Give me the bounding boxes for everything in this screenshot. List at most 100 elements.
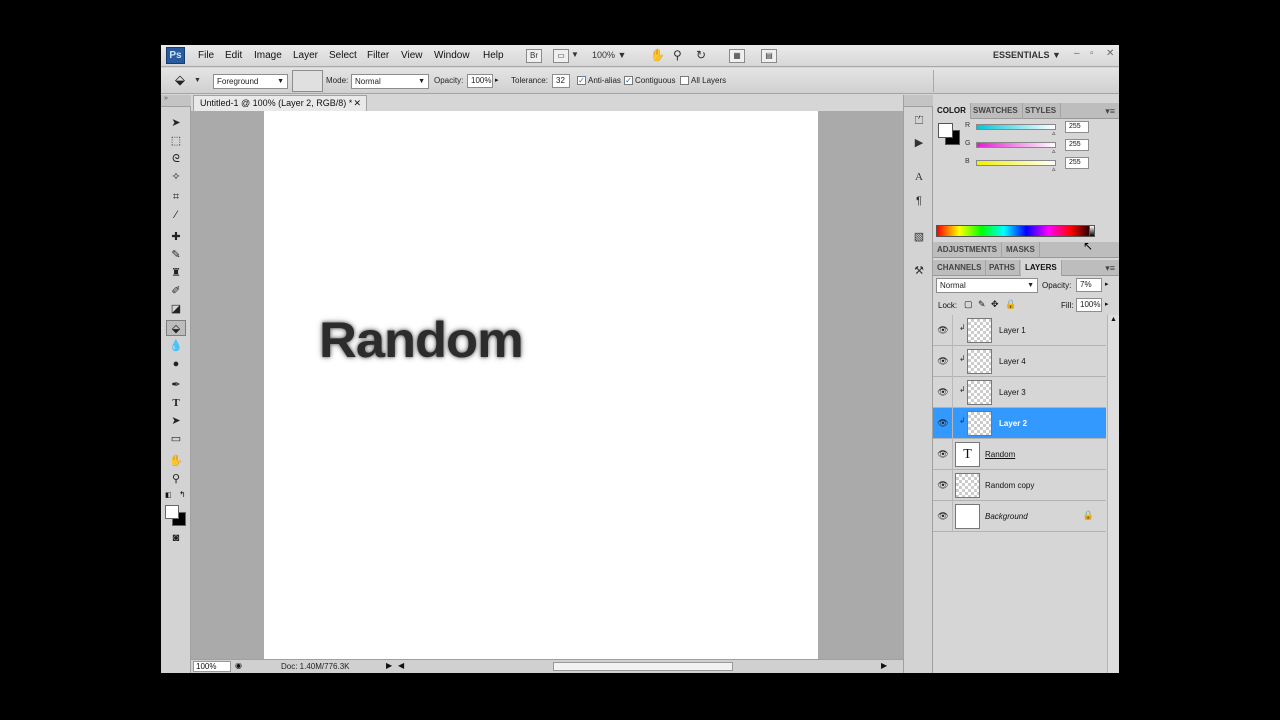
layer-row[interactable]: 👁 Random copy (933, 470, 1106, 501)
layer-thumbnail[interactable] (967, 411, 992, 436)
red-value-input[interactable]: 255 (1065, 121, 1089, 133)
pen-tool-icon[interactable]: ✒ (166, 377, 186, 393)
move-tool-icon[interactable]: ➤ (166, 115, 186, 131)
menu-layer[interactable]: Layer (293, 50, 318, 61)
lock-transparent-icon[interactable]: ▢ (964, 299, 973, 310)
canvas[interactable]: Random (264, 111, 818, 659)
brush-tool-icon[interactable]: ✎ (166, 247, 186, 263)
quick-mask-icon[interactable]: ◙ (166, 530, 186, 546)
layer-opacity-input[interactable]: 7% (1076, 278, 1102, 292)
layers-scrollbar[interactable]: ▲ ▼ (1107, 315, 1119, 673)
layer-thumbnail[interactable] (955, 473, 980, 498)
layer-name[interactable]: Layer 4 (999, 357, 1026, 366)
fill-source-select[interactable]: Foreground ▼ (213, 74, 288, 89)
eraser-tool-icon[interactable]: ◪ (166, 301, 186, 317)
healing-brush-tool-icon[interactable]: ✚ (166, 229, 186, 245)
scroll-right-icon[interactable]: ▶ (881, 661, 887, 670)
eye-visibility-icon[interactable]: 👁 (935, 417, 951, 429)
menu-edit[interactable]: Edit (225, 50, 242, 61)
blue-slider[interactable]: B ▵ 255 (965, 157, 1115, 173)
tools-collapse-strip[interactable]: » (161, 95, 191, 107)
menu-view[interactable]: View (401, 50, 423, 61)
magic-wand-tool-icon[interactable]: ✧ (166, 169, 186, 185)
mode-select[interactable]: Normal ▼ (351, 74, 429, 89)
zoom-level-select[interactable]: 100% ▼ (592, 50, 626, 60)
red-slider-track[interactable] (976, 124, 1056, 130)
chevron-down-icon[interactable]: ▼ (571, 48, 579, 62)
status-zoom-input[interactable]: 100% (193, 661, 231, 672)
layer-name[interactable]: Layer 3 (999, 388, 1026, 397)
menu-filter[interactable]: Filter (367, 50, 389, 61)
tab-layers[interactable]: LAYERS (1021, 260, 1062, 276)
eye-visibility-icon[interactable]: 👁 (935, 448, 951, 460)
opacity-input[interactable]: 100% (467, 74, 493, 88)
zoom-icon[interactable]: ⚲ (673, 48, 682, 62)
slider-knob-icon[interactable]: ▵ (1052, 165, 1056, 173)
color-fg-swatch[interactable] (938, 123, 953, 138)
blend-mode-select[interactable]: Normal ▼ (936, 278, 1038, 293)
clone-source-panel-icon[interactable]: ▧ (910, 229, 928, 245)
eye-visibility-icon[interactable]: 👁 (935, 386, 951, 398)
tool-presets-panel-icon[interactable]: ⚒ (910, 263, 928, 279)
anti-alias-checkbox[interactable]: ✓ (577, 76, 586, 85)
eye-visibility-icon[interactable]: 👁 (935, 479, 951, 491)
slider-knob-icon[interactable]: ▵ (1052, 147, 1056, 155)
layer-name[interactable]: Random copy (985, 481, 1034, 490)
layer-row[interactable]: 👁 ↲ Layer 4 (933, 346, 1106, 377)
menu-select[interactable]: Select (329, 50, 357, 61)
contiguous-checkbox[interactable]: ✓ (624, 76, 633, 85)
blue-value-input[interactable]: 255 (1065, 157, 1089, 169)
workspace-switcher[interactable]: ESSENTIALS ▼ (993, 50, 1061, 60)
type-tool-icon[interactable]: T (166, 395, 186, 411)
layer-thumbnail[interactable] (967, 380, 992, 405)
scroll-up-icon[interactable]: ▲ (1110, 316, 1117, 323)
color-spectrum-ramp[interactable] (936, 225, 1094, 237)
hand-icon[interactable]: ✋ (650, 48, 665, 62)
menu-image[interactable]: Image (254, 50, 282, 61)
dodge-tool-icon[interactable]: ● (166, 356, 186, 372)
dock-collapse-strip[interactable] (903, 95, 933, 107)
tab-swatches[interactable]: SWATCHES (969, 103, 1023, 119)
extras-icon[interactable]: ▤ (761, 49, 777, 63)
clone-stamp-tool-icon[interactable]: ♜ (166, 265, 186, 281)
minimize-icon[interactable]: – (1074, 48, 1080, 59)
menu-window[interactable]: Window (434, 50, 470, 61)
history-brush-tool-icon[interactable]: ✐ (166, 283, 186, 299)
menu-help[interactable]: Help (483, 50, 504, 61)
lasso-tool-icon[interactable]: ᘓ (166, 151, 186, 167)
close-icon[interactable]: ✕ (1106, 48, 1114, 59)
paint-bucket-icon[interactable]: ⬙ (175, 72, 185, 88)
eyedropper-tool-icon[interactable]: ⁄ (166, 207, 186, 223)
bridge-icon[interactable]: Br (526, 49, 542, 63)
paragraph-panel-icon[interactable]: ¶ (910, 193, 928, 209)
zoom-tool-icon[interactable]: ⚲ (166, 471, 186, 487)
pattern-picker[interactable] (292, 70, 323, 92)
character-panel-icon[interactable]: A (910, 169, 928, 185)
collapse-arrows-icon[interactable]: » (164, 95, 168, 102)
rotate-icon[interactable]: ↻ (696, 48, 706, 62)
tool-preset-chevron-icon[interactable]: ▼ (194, 77, 201, 84)
shape-tool-icon[interactable]: ▭ (166, 431, 186, 447)
horizontal-scroll-thumb[interactable] (553, 662, 733, 671)
lock-position-icon[interactable]: ✥ (991, 299, 999, 310)
marquee-tool-icon[interactable]: ⬚ (166, 133, 186, 149)
fill-chevron-icon[interactable]: ▸ (1105, 300, 1109, 308)
eye-visibility-icon[interactable]: 👁 (935, 355, 951, 367)
color-bw-ramp[interactable] (1089, 225, 1095, 237)
lock-image-icon[interactable]: ✎ (978, 299, 986, 310)
slider-knob-icon[interactable]: ▵ (1052, 129, 1056, 137)
layer-row[interactable]: 👁 ↲ Layer 3 (933, 377, 1106, 408)
blue-slider-track[interactable] (976, 160, 1056, 166)
tab-adjustments[interactable]: ADJUSTMENTS (933, 242, 1003, 258)
lock-all-icon[interactable]: 🔒 (1005, 299, 1016, 310)
layer-row[interactable]: 👁 ↲ Layer 2 (933, 408, 1106, 439)
layer-thumbnail[interactable] (955, 504, 980, 529)
opacity-chevron-icon[interactable]: ▸ (495, 76, 499, 84)
layer-row[interactable]: 👁 Background 🔒 (933, 501, 1106, 532)
panel-menu-icon[interactable]: ▾≡ (1105, 103, 1115, 119)
scroll-left-icon[interactable]: ◀ (398, 661, 404, 670)
all-layers-checkbox[interactable] (680, 76, 689, 85)
layer-name[interactable]: Background (985, 512, 1028, 521)
fill-input[interactable]: 100% (1076, 298, 1102, 312)
tab-masks[interactable]: MASKS (1002, 242, 1040, 258)
